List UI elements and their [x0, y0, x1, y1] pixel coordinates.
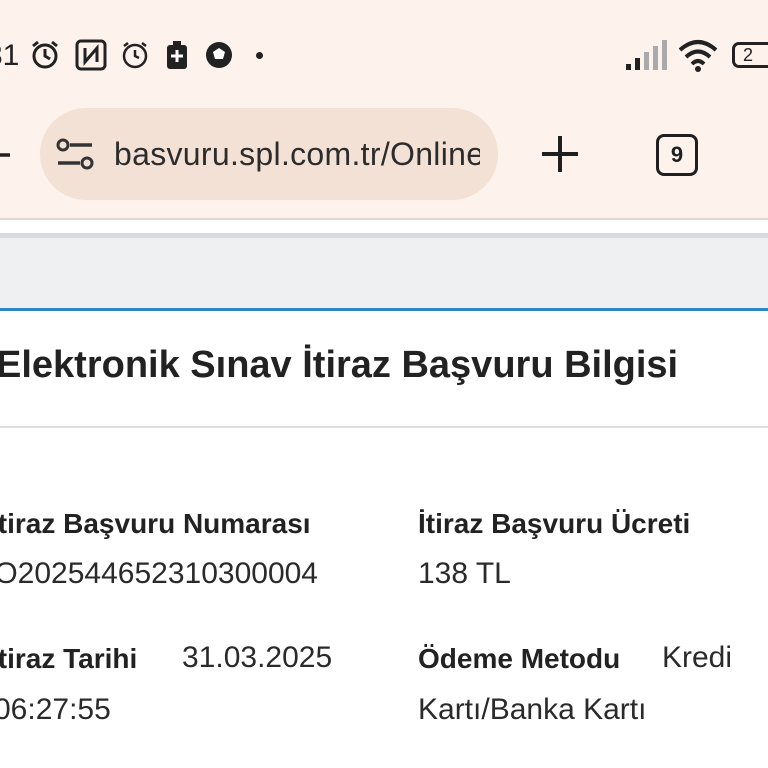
payment-method-value-line1: Kredi — [662, 641, 733, 674]
new-tab-plus-icon[interactable] — [538, 132, 582, 176]
site-settings-icon[interactable] — [56, 136, 96, 172]
url-text[interactable]: basvuru.spl.com.tr/Online — [114, 132, 480, 176]
time-value: 06:27:55 — [0, 693, 111, 726]
alarm-clock-icon — [118, 38, 152, 72]
fee-label: İtiraz Başvuru Ücreti — [418, 508, 691, 539]
signal-icon — [626, 40, 670, 70]
accent-line — [0, 308, 768, 311]
battery-saver-icon — [160, 38, 194, 72]
tab-switcher-button[interactable]: 9 — [656, 134, 698, 176]
title-divider — [0, 426, 768, 428]
status-time: 31 — [0, 39, 20, 72]
page-title: Elektronik Sınav İtiraz Başvuru Bilgisi — [0, 344, 679, 386]
application-number-value: IO202544652310300004 — [0, 557, 318, 590]
page-header-shadow — [0, 233, 768, 238]
battery-level: 2 — [743, 45, 754, 65]
application-number-label: İtiraz Başvuru Numarası — [0, 508, 311, 539]
back-arrow-icon[interactable] — [0, 138, 14, 172]
date-value: 31.03.2025 — [182, 641, 333, 674]
alarm-icon — [28, 38, 62, 72]
payment-method-label: Ödeme Metodu — [418, 643, 621, 674]
nfc-icon — [74, 38, 108, 72]
battery-icon: 2 — [732, 42, 768, 68]
fee-value: 138 TL — [418, 557, 511, 590]
wifi-icon — [678, 38, 718, 72]
toolbar-divider — [0, 218, 768, 220]
dot-icon — [256, 52, 263, 59]
soccer-ball-icon — [202, 38, 236, 72]
payment-method-value-line2: Kartı/Banka Kartı — [418, 693, 647, 726]
page-header-strip — [0, 233, 768, 309]
date-label: İtiraz Tarihi — [0, 643, 138, 674]
